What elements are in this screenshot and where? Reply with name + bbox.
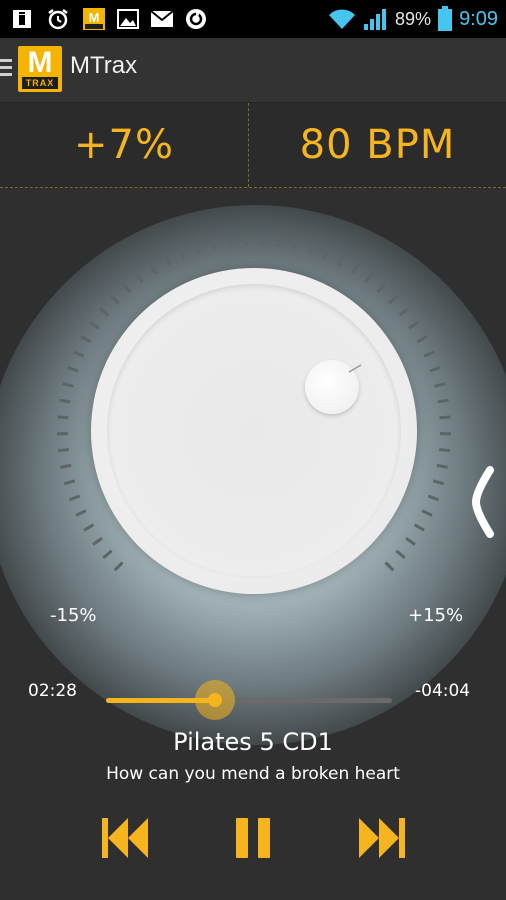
track-title: Pilates 5 CD1 bbox=[173, 728, 333, 756]
dial-tick bbox=[178, 247, 186, 260]
skip-previous-icon bbox=[102, 818, 148, 858]
dial-tick bbox=[438, 448, 451, 453]
dial-tick bbox=[439, 415, 451, 420]
tempo-knob[interactable] bbox=[91, 268, 417, 594]
pause-button[interactable] bbox=[226, 812, 280, 864]
dial-tick bbox=[194, 242, 201, 254]
dial-tick bbox=[57, 415, 69, 420]
side-panel-handle-icon[interactable] bbox=[470, 466, 496, 538]
dial-tick bbox=[432, 479, 445, 486]
track-subtitle: How can you mend a broken heart bbox=[106, 764, 400, 784]
dial-tick bbox=[57, 448, 70, 453]
dial-tick bbox=[307, 242, 314, 254]
dial-tick bbox=[436, 463, 448, 469]
dial-tick bbox=[75, 509, 87, 517]
dial-tick bbox=[292, 238, 298, 250]
dial-tick bbox=[337, 254, 345, 266]
next-button[interactable] bbox=[354, 812, 408, 864]
dial-tick bbox=[59, 398, 71, 404]
dial-tick bbox=[421, 509, 433, 517]
dial-min-label: -15% bbox=[50, 605, 97, 626]
dial-tick bbox=[62, 382, 74, 388]
remaining-time: -04:04 bbox=[415, 681, 471, 701]
dial-tick bbox=[416, 335, 428, 344]
seek-bar[interactable] bbox=[106, 698, 392, 703]
dial-tick bbox=[80, 335, 92, 344]
dial-tick bbox=[429, 366, 441, 373]
dial-tick bbox=[60, 463, 72, 469]
dial-tick bbox=[427, 494, 440, 502]
dial-tick bbox=[68, 494, 81, 502]
dial-max-label: +15% bbox=[408, 605, 464, 626]
previous-button[interactable] bbox=[99, 812, 153, 864]
dial-tick bbox=[73, 350, 85, 358]
dial-tick bbox=[322, 247, 330, 260]
dial-tick bbox=[210, 238, 216, 250]
seek-thumb[interactable] bbox=[207, 693, 222, 707]
dial-tick bbox=[163, 254, 171, 266]
dial-tick bbox=[63, 479, 76, 486]
dial-tick bbox=[437, 398, 449, 404]
dial-tick bbox=[276, 235, 281, 247]
dial-tick bbox=[227, 235, 232, 247]
pause-icon bbox=[236, 818, 270, 858]
dial-tick bbox=[423, 350, 435, 358]
dial-tick bbox=[67, 366, 79, 373]
dial-tick bbox=[434, 382, 446, 388]
elapsed-time: 02:28 bbox=[28, 681, 77, 701]
skip-next-icon bbox=[359, 818, 405, 858]
knob-indicator-line bbox=[348, 364, 362, 373]
